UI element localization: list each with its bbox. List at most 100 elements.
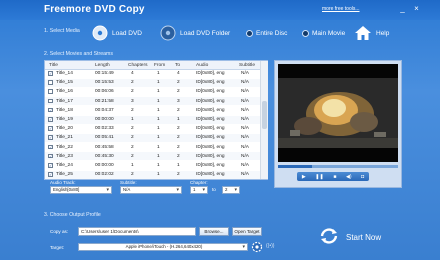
open-target-button[interactable]: Open Target [232, 227, 262, 236]
cell-to: 2 [177, 153, 180, 159]
cell-chapters: 1 [131, 117, 134, 122]
play-icon[interactable]: ▶ [302, 174, 306, 180]
speaker-icon[interactable]: ((•)) [266, 243, 274, 249]
row-checkbox[interactable]: ✓ [48, 144, 53, 150]
volume-icon[interactable]: ◀) [346, 174, 352, 180]
target-profile-select[interactable]: Apple iPhone/iTouch - (H.264,640x420) [78, 243, 248, 251]
header-to[interactable]: To [175, 63, 180, 68]
cell-subtitle: N/A [241, 107, 249, 113]
table-row[interactable]: ✓ Title_14 00:15:49 4 1 4 ID[0x80], eng N/A [45, 70, 260, 78]
row-checkbox[interactable]: ✓ [48, 172, 53, 177]
header-from[interactable]: From [154, 63, 165, 68]
row-checkbox[interactable]: ✓ [48, 117, 53, 122]
table-row[interactable]: Title_16 00:06:06 2 1 2 ID[0x80], eng N/A [45, 88, 260, 96]
subtitle-select[interactable]: N/A [120, 186, 182, 194]
gear-icon[interactable] [251, 241, 263, 255]
cell-audio: ID[0x80], eng [196, 144, 225, 150]
entire-disc-radio[interactable] [246, 29, 253, 37]
header-audio[interactable]: Audio [196, 63, 208, 68]
cell-audio: ID[0x80], eng [196, 153, 225, 159]
chapter-from-select[interactable]: 1 [190, 186, 208, 194]
header-subtitle[interactable]: Subtitle [239, 63, 255, 68]
row-checkbox[interactable] [48, 80, 53, 85]
table-row[interactable]: Title_17 00:21:58 3 1 3 ID[0x80], eng N/A [45, 97, 260, 106]
load-dvd-label: Load DVD [112, 29, 142, 37]
cell-audio: ID[0x80], eng [196, 89, 225, 95]
entire-disc-option[interactable]: Entire Disc [246, 24, 287, 42]
cell-title: Title_23 [56, 153, 73, 159]
cell-to: 2 [177, 89, 180, 95]
cell-subtitle: N/A [241, 89, 249, 95]
cell-length: 00:02:33 [95, 126, 114, 132]
cell-length: 00:05:41 [95, 135, 114, 141]
table-row[interactable]: ✓ Title_23 00:45:30 2 1 2 ID[0x80], eng N/A [45, 152, 260, 161]
header-title[interactable]: Title [49, 63, 58, 68]
table-row[interactable]: ✓ Title_25 00:02:02 2 1 2 ID[0x80], eng N/A [45, 170, 260, 179]
cell-from: 1 [157, 117, 160, 122]
entire-disc-label: Entire Disc [256, 29, 288, 37]
titles-table: Title Length Chapters From To Audio Subt… [45, 61, 260, 179]
row-checkbox[interactable]: ✓ [48, 163, 53, 168]
disc-icon [92, 25, 108, 41]
cell-chapters: 2 [131, 144, 134, 150]
browse-button[interactable]: Browse... [199, 227, 229, 236]
copy-as-path-field[interactable]: C:\Users\user 1\Documents\ [78, 227, 196, 236]
row-checkbox[interactable] [48, 98, 53, 104]
main-movie-radio[interactable] [302, 29, 309, 37]
chapter-to-select[interactable]: 2 [222, 186, 240, 194]
cell-subtitle: N/A [241, 117, 249, 122]
cell-chapters: 1 [131, 163, 134, 168]
cell-from: 1 [157, 71, 160, 76]
row-checkbox[interactable]: ✓ [48, 107, 53, 113]
cell-audio: ID[0x80], eng [196, 98, 225, 104]
minimize-button[interactable]: _ [398, 4, 407, 13]
row-checkbox[interactable]: ✓ [48, 135, 53, 140]
cell-length: 00:06:06 [95, 89, 114, 95]
cell-from: 1 [157, 126, 160, 132]
cell-to: 2 [177, 144, 180, 150]
refresh-icon [318, 227, 340, 247]
cell-title: Title_17 [56, 98, 73, 104]
cell-audio: ID[0x80], eng [196, 163, 225, 168]
table-row[interactable]: Title_15 00:15:53 2 1 2 ID[0x80], eng N/A [45, 78, 260, 87]
table-row[interactable]: ✓ Title_22 00:45:58 2 1 2 ID[0x80], eng N/A [45, 143, 260, 151]
close-button[interactable]: × [412, 4, 421, 13]
table-row[interactable]: ✓ Title_24 00:00:00 1 1 1 ID[0x80], eng N/A [45, 162, 260, 170]
snapshot-icon[interactable]: ◘ [361, 174, 364, 180]
header-chapters[interactable]: Chapters [128, 63, 147, 68]
step-output-profile: 3. Choose Output Profile [44, 212, 101, 218]
cell-chapters: 2 [131, 107, 134, 113]
row-checkbox[interactable]: ✓ [48, 153, 53, 159]
seek-progress [278, 165, 312, 168]
row-checkbox[interactable]: ✓ [48, 126, 53, 131]
table-row[interactable]: ✓ Title_20 00:02:33 2 1 2 ID[0x80], eng N/A [45, 125, 260, 133]
table-row[interactable]: ✓ Title_18 00:04:37 2 1 2 ID[0x80], eng N/A [45, 106, 260, 114]
cell-length: 00:00:00 [95, 117, 114, 122]
seek-bar[interactable] [278, 165, 398, 168]
audio-track-select[interactable]: English[0x80] [50, 186, 112, 194]
cell-to: 2 [177, 172, 180, 178]
cell-subtitle: N/A [241, 144, 249, 150]
scrollbar-thumb[interactable] [262, 101, 267, 129]
main-movie-option[interactable]: Main Movie [302, 24, 345, 42]
row-checkbox[interactable]: ✓ [48, 71, 53, 76]
pause-icon[interactable]: ❚❚ [315, 174, 323, 180]
cell-length: 00:04:37 [95, 107, 114, 113]
start-now-button[interactable]: Start Now [318, 226, 400, 248]
table-scrollbar[interactable] [260, 61, 268, 179]
table-row[interactable]: ✓ Title_21 00:05:41 2 1 2 ID[0x80], eng N/A [45, 133, 260, 142]
load-dvd-folder-button[interactable]: Load DVD Folder [160, 24, 230, 42]
cell-subtitle: N/A [241, 71, 249, 76]
table-row[interactable]: ✓ Title_19 00:00:00 1 1 1 ID[0x80], eng N/A [45, 115, 260, 124]
stop-icon[interactable]: ■ [333, 174, 336, 180]
load-dvd-button[interactable]: Load DVD [92, 24, 142, 42]
cell-length: 00:21:58 [95, 98, 114, 104]
cell-from: 1 [157, 135, 160, 141]
header-length[interactable]: Length [95, 63, 110, 68]
disc-folder-icon [160, 25, 176, 41]
help-label: Help [376, 29, 390, 37]
cell-to: 4 [177, 71, 180, 76]
row-checkbox[interactable] [48, 89, 53, 94]
help-button[interactable]: Help [354, 24, 389, 42]
more-tools-link[interactable]: more free tools... [322, 6, 360, 12]
